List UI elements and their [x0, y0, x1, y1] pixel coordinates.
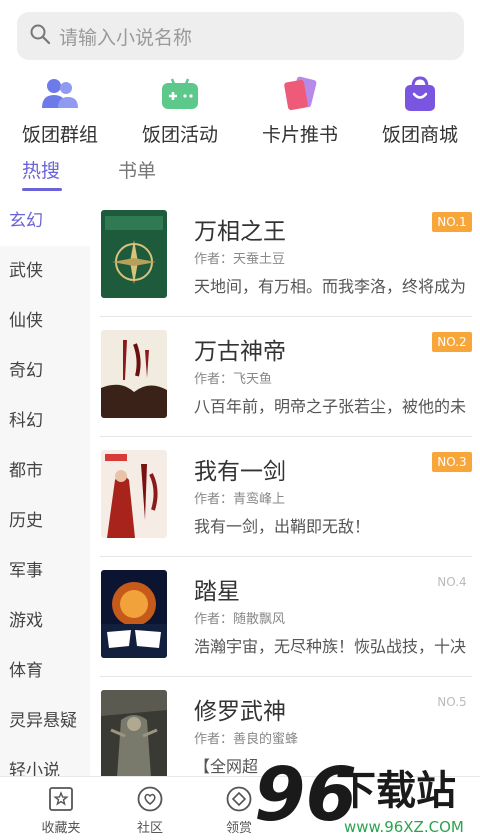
book-title[interactable]: 万相之王: [194, 212, 286, 246]
book-cover[interactable]: [101, 330, 167, 418]
watermark-logo: 96 下载站 www.96XZ.COM: [252, 752, 480, 840]
reward-diamond-icon: [226, 786, 252, 812]
quick-link-label: 饭团商城: [381, 124, 458, 146]
gamepad-icon: [162, 78, 198, 109]
book-author: 作者：飞天鱼: [194, 372, 273, 387]
quick-link-label: 饭团活动: [141, 124, 218, 146]
quick-link-label: 卡片推书: [261, 124, 338, 146]
book-cover[interactable]: [101, 570, 167, 658]
nav-label: 收藏夹: [41, 821, 81, 836]
book-row[interactable]: 踏星 作者：随散飘风 浩瀚宇宙，无尽种族！恢弘战技，十决 NO.4: [90, 556, 480, 676]
category-item[interactable]: 体育: [0, 646, 90, 696]
quick-link-shop[interactable]: 饭团商城: [360, 70, 480, 148]
category-item[interactable]: 轻小说: [0, 746, 90, 776]
book-description: 浩瀚宇宙，无尽种族！恢弘战技，十决: [194, 637, 467, 656]
category-item[interactable]: 游戏: [0, 596, 90, 646]
rank-badge: NO.5: [437, 695, 467, 709]
watermark-text: 下载站: [336, 768, 456, 814]
rank-badge: NO.1: [432, 212, 472, 232]
watermark-url: www.96XZ.COM: [344, 818, 464, 836]
book-row[interactable]: 万相之王 作者：天蚕土豆 天地间，有万相。而我李洛，终将成为 NO.1: [90, 196, 480, 316]
nav-label: 社区: [136, 821, 163, 836]
category-item[interactable]: 灵异悬疑: [0, 696, 90, 746]
nav-favorites[interactable]: 收藏夹: [31, 785, 91, 836]
book-cover[interactable]: [101, 450, 167, 538]
quick-link-activity[interactable]: 饭团活动: [120, 70, 240, 148]
book-cover-image: [101, 330, 167, 418]
bookshelf-star-icon: [49, 787, 73, 811]
book-row[interactable]: 我有一剑 作者：青鸾峰上 我有一剑，出鞘即无敌！ NO.3: [90, 436, 480, 556]
book-cover-image: [101, 450, 167, 538]
tab-bar: 热搜 书单: [0, 148, 480, 194]
cards-icon: [284, 76, 317, 111]
book-title[interactable]: 修罗武神: [194, 692, 286, 726]
quick-links: 饭团群组 饭团活动 卡片推书 饭团商城: [0, 70, 480, 148]
search-input[interactable]: 请输入小说名称: [59, 23, 192, 50]
book-cover-image: [101, 570, 167, 658]
nav-label: 领赏: [225, 821, 252, 836]
category-item[interactable]: 科幻: [0, 396, 90, 446]
quick-link-cards[interactable]: 卡片推书: [240, 70, 360, 148]
category-item[interactable]: 仙侠: [0, 296, 90, 346]
tab-book-list[interactable]: 书单: [118, 156, 156, 183]
category-sidebar: 玄幻 武侠 仙侠 奇幻 科幻 都市 历史 军事 游戏 体育 灵异悬疑 轻小说: [0, 196, 90, 776]
book-cover[interactable]: [101, 690, 167, 776]
category-item[interactable]: 玄幻: [0, 196, 90, 246]
tab-hot-search[interactable]: 热搜: [22, 156, 60, 183]
nav-community[interactable]: 社区: [120, 785, 180, 836]
book-author: 作者：善良的蜜蜂: [194, 732, 299, 747]
quick-link-group[interactable]: 饭团群组: [0, 70, 120, 148]
book-cover-image: [101, 690, 167, 776]
book-cover-image: [101, 210, 167, 298]
book-title[interactable]: 踏星: [194, 572, 240, 606]
rank-badge: NO.2: [432, 332, 472, 352]
rank-badge: NO.3: [432, 452, 472, 472]
book-description: 天地间，有万相。而我李洛，终将成为: [194, 277, 467, 296]
search-bar[interactable]: 请输入小说名称: [17, 12, 464, 60]
category-item[interactable]: 军事: [0, 546, 90, 596]
category-item[interactable]: 历史: [0, 496, 90, 546]
group-icon: [42, 79, 78, 108]
book-title[interactable]: 万古神帝: [194, 332, 286, 366]
book-cover[interactable]: [101, 210, 167, 298]
community-heart-icon: [137, 786, 163, 812]
shopping-bag-icon: [405, 76, 435, 111]
rank-badge: NO.4: [437, 575, 467, 589]
book-title[interactable]: 我有一剑: [194, 452, 286, 486]
search-area: 请输入小说名称: [0, 0, 480, 70]
book-row[interactable]: 万古神帝 作者：飞天鱼 八百年前，明帝之子张若尘，被他的未 NO.2: [90, 316, 480, 436]
quick-link-label: 饭团群组: [21, 124, 98, 146]
book-description: 八百年前，明帝之子张若尘，被他的未: [194, 397, 467, 416]
category-item[interactable]: 奇幻: [0, 346, 90, 396]
book-author: 作者：天蚕土豆: [194, 252, 286, 267]
category-item[interactable]: 武侠: [0, 246, 90, 296]
search-icon: [29, 23, 51, 49]
book-author: 作者：随散飘风: [194, 612, 286, 627]
book-list: 万相之王 作者：天蚕土豆 天地间，有万相。而我李洛，终将成为 NO.1 万古神帝…: [90, 196, 480, 776]
tab-active-indicator: [22, 188, 62, 191]
book-author: 作者：青鸾峰上: [194, 492, 286, 507]
book-description: 我有一剑，出鞘即无敌！: [194, 517, 371, 536]
category-item[interactable]: 都市: [0, 446, 90, 496]
